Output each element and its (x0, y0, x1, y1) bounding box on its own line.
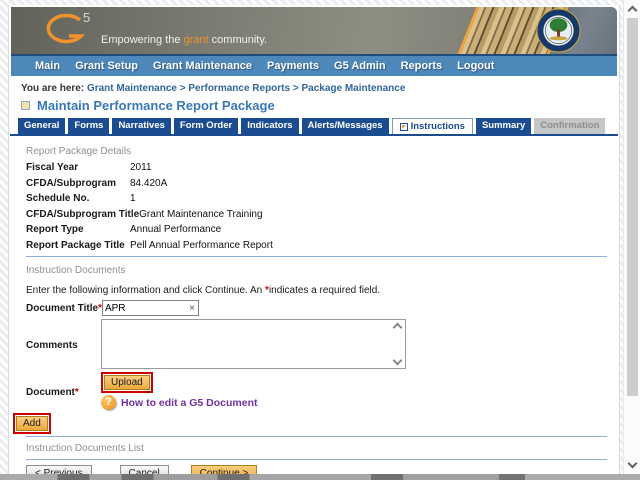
tagline: Empowering the grant community. (101, 34, 267, 46)
detail-row-cfda-subprogram: CFDA/Subprogram 84.420A (26, 178, 607, 190)
detail-row-fiscal-year: Fiscal Year 2011 (26, 162, 607, 174)
tagline-prefix: Empowering the (101, 34, 184, 46)
form-instructions-text: Enter the following information and clic… (26, 285, 266, 296)
document-label-text: Document (26, 387, 75, 398)
how-to-edit-g5-document-link[interactable]: How to edit a G5 Document (121, 397, 258, 409)
tab-forms[interactable]: Forms (68, 118, 110, 134)
tab-confirmation: Confirmation (534, 118, 606, 134)
detail-label: CFDA/Subprogram Title (26, 208, 140, 220)
form-instructions: Enter the following information and clic… (26, 285, 607, 296)
page-title-icon (21, 101, 30, 110)
report-details-rows: Fiscal Year 2011 CFDA/Subprogram 84.420A… (26, 162, 607, 251)
section-label-report-package-details: Report Package Details (26, 146, 132, 157)
detail-value: Pell Annual Performance Report (130, 239, 273, 251)
detail-label: Report Type (26, 224, 84, 235)
nav-item-main[interactable]: Main (35, 60, 60, 72)
document-title-label-text: Document Title (26, 303, 99, 314)
continue-button[interactable]: Continue > (190, 465, 258, 474)
header-banner: 5 Empowering the grant community. (11, 7, 617, 54)
tab-strip: General Forms Narratives Form Order Indi… (9, 118, 619, 134)
footer-buttons: < Previous Cancel Continue > (26, 465, 607, 474)
main-nav: Main Grant Setup Grant Maintenance Payme… (11, 54, 617, 76)
detail-label: Schedule No. (26, 193, 90, 204)
detail-value: Annual Performance (130, 224, 222, 235)
detail-row-cfda-subprogram-title: CFDA/Subprogram Title Grant Maintenance … (26, 209, 607, 221)
breadcrumb-prefix: You are here: (21, 83, 85, 94)
detail-value: 84.420A (130, 177, 168, 189)
section-label-instruction-documents-list: Instruction Documents List (26, 443, 144, 454)
tab-form-order[interactable]: Form Order (173, 118, 239, 134)
tagline-highlight: grant (183, 34, 209, 46)
nav-item-grant-maintenance[interactable]: Grant Maintenance (153, 60, 252, 72)
tab-narratives[interactable]: Narratives (112, 118, 171, 134)
clear-input-icon[interactable]: × (186, 303, 198, 314)
cancel-button[interactable]: Cancel (119, 465, 169, 474)
taskbar-strip (0, 474, 640, 480)
vertical-scrollbar (623, 0, 640, 474)
add-annotation-box: Add (13, 413, 51, 434)
detail-row-schedule-no: Schedule No. 1 (26, 193, 607, 205)
detail-row-report-package-title: Report Package Title Pell Annual Perform… (26, 240, 607, 252)
tab-indicators[interactable]: Indicators (241, 118, 299, 134)
tab-alerts-messages[interactable]: Alerts/Messages (301, 118, 389, 134)
tab-instructions-label: Instructions (410, 121, 465, 132)
detail-value: Grant Maintenance Training (139, 208, 263, 220)
tab-underline (10, 134, 618, 136)
breadcrumb-path[interactable]: Grant Maintenance > Performance Reports … (87, 83, 405, 94)
comments-label: Comments (26, 340, 78, 351)
required-asterisk: * (74, 387, 79, 398)
comments-textarea-wrap (101, 319, 406, 369)
comments-textarea[interactable] (102, 320, 405, 368)
breadcrumb: You are here: Grant Maintenance > Perfor… (9, 76, 619, 94)
document-title-label: Document Title* (26, 300, 102, 314)
detail-value: 2011 (130, 162, 152, 173)
document-label: Document* (26, 384, 101, 398)
section-label-instruction-documents: Instruction Documents (26, 265, 126, 276)
nav-item-grant-setup[interactable]: Grant Setup (75, 60, 138, 72)
section-divider (26, 256, 607, 257)
tab-summary[interactable]: Summary (475, 118, 532, 134)
document-title-row: Document Title* × (26, 300, 607, 316)
title-row: Maintain Performance Report Package (21, 98, 619, 113)
detail-label: Report Package Title (26, 239, 125, 251)
document-controls: Upload ? How to edit a G5 Document (101, 372, 258, 410)
upload-button[interactable]: Upload (104, 375, 150, 390)
nav-item-g5-admin[interactable]: G5 Admin (334, 60, 386, 72)
g5-logo-number: 5 (83, 10, 91, 25)
tab-general[interactable]: General (18, 118, 66, 134)
help-line: ? How to edit a G5 Document (101, 395, 258, 410)
detail-label: Fiscal Year (26, 162, 79, 173)
document-row: Document* Upload ? How to edit a G5 Docu… (26, 372, 607, 410)
dept-of-education-seal-icon (536, 8, 581, 53)
scrollbar-down-arrow-icon[interactable] (627, 458, 638, 469)
detail-row-report-type: Report Type Annual Performance (26, 224, 607, 236)
content-area: Report Package Details Fiscal Year 2011 … (9, 146, 619, 474)
nav-item-logout[interactable]: Logout (457, 60, 494, 72)
detail-label: CFDA/Subprogram (26, 177, 116, 189)
scrollbar-thumb[interactable] (627, 18, 638, 396)
add-button[interactable]: Add (16, 416, 48, 431)
scrollbar-up-arrow-icon[interactable] (627, 5, 638, 16)
nav-item-payments[interactable]: Payments (267, 60, 319, 72)
form-instructions-text-after: indicates a required field. (268, 285, 381, 296)
nav-item-reports[interactable]: Reports (401, 60, 443, 72)
comments-row: Comments (26, 319, 607, 369)
upload-annotation-box: Upload (101, 372, 153, 393)
document-title-input[interactable] (102, 301, 187, 315)
section-divider (26, 436, 607, 437)
detail-value: 1 (130, 193, 136, 204)
app-page: 5 Empowering the grant community. Main G… (8, 5, 620, 474)
document-title-input-box: × (101, 300, 199, 316)
previous-button[interactable]: < Previous (26, 465, 92, 474)
help-icon[interactable]: ? (101, 395, 116, 410)
tagline-suffix: community. (208, 34, 268, 46)
instructions-tab-icon (399, 122, 408, 131)
page-title: Maintain Performance Report Package (37, 98, 275, 113)
tab-instructions[interactable]: Instructions (391, 118, 473, 134)
section-divider (26, 459, 607, 460)
